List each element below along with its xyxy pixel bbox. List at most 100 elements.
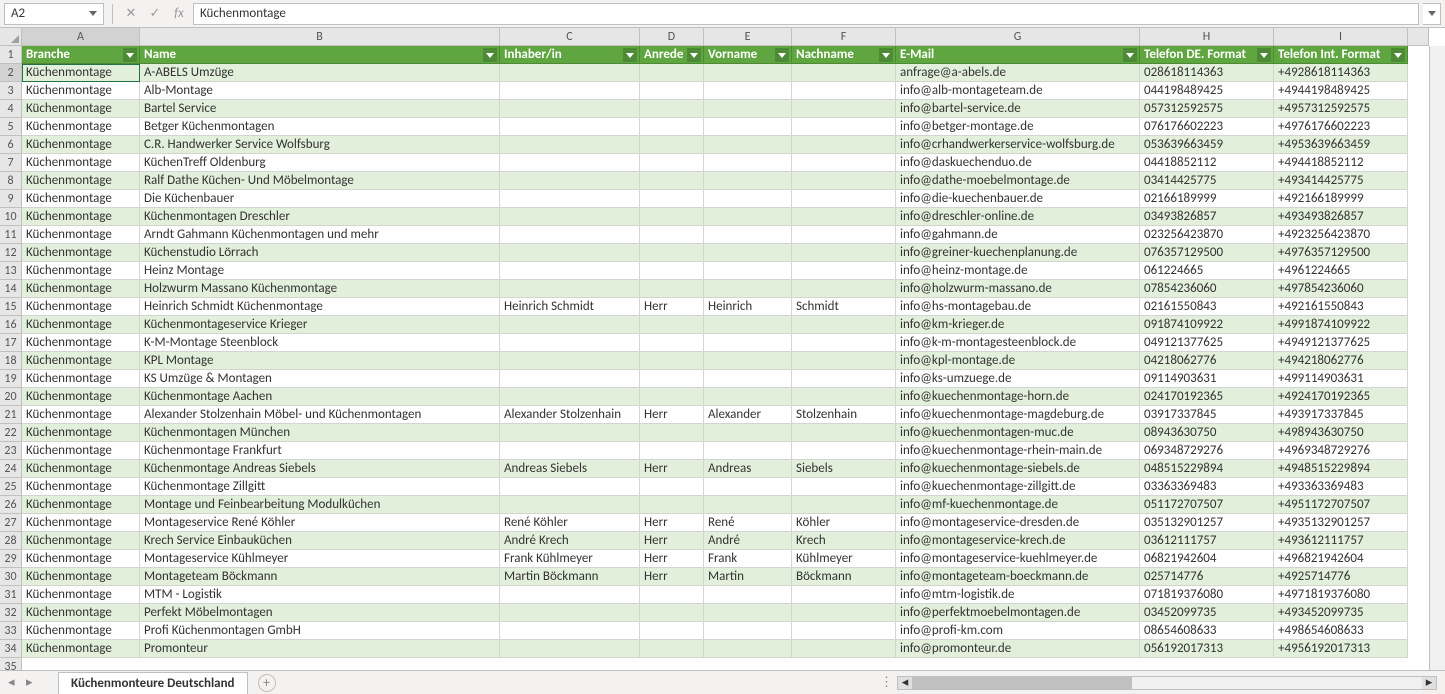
row-header[interactable]: 24	[0, 460, 21, 478]
table-header[interactable]: Anrede	[640, 46, 704, 64]
table-header[interactable]: Nachname	[792, 46, 896, 64]
cell[interactable]: Küchenmontage	[22, 496, 140, 514]
name-box[interactable]: A2	[4, 3, 104, 25]
row-header[interactable]: 11	[0, 226, 21, 244]
cell[interactable]	[792, 226, 896, 244]
cell[interactable]	[704, 280, 792, 298]
cell[interactable]: +496821942604	[1274, 550, 1408, 568]
cell[interactable]	[500, 604, 640, 622]
cell[interactable]: Küchenmontagen München	[140, 424, 500, 442]
cell[interactable]: info@montageservice-kuehlmeyer.de	[896, 550, 1140, 568]
cell[interactable]	[792, 388, 896, 406]
cell[interactable]: Alb-Montage	[140, 82, 500, 100]
col-header-C[interactable]: C	[500, 28, 640, 45]
cell[interactable]	[640, 442, 704, 460]
cell[interactable]: +4935132901257	[1274, 514, 1408, 532]
col-header-I[interactable]: I	[1274, 28, 1408, 45]
cell[interactable]: Frank Kühlmeyer	[500, 550, 640, 568]
cell[interactable]: René	[704, 514, 792, 532]
cell[interactable]: info@montageteam-boeckmann.de	[896, 568, 1140, 586]
row-header[interactable]: 16	[0, 316, 21, 334]
cell[interactable]: info@die-kuechenbauer.de	[896, 190, 1140, 208]
filter-icon[interactable]	[483, 48, 497, 62]
cell[interactable]	[640, 586, 704, 604]
col-header-D[interactable]: D	[640, 28, 704, 45]
cell[interactable]: 076357129500	[1140, 244, 1274, 262]
cell[interactable]: info@mtm-logistik.de	[896, 586, 1140, 604]
cell[interactable]	[500, 190, 640, 208]
cell[interactable]	[704, 64, 792, 82]
cell[interactable]	[640, 100, 704, 118]
cell[interactable]: Montageteam Böckmann	[140, 568, 500, 586]
cell[interactable]	[640, 388, 704, 406]
cell[interactable]: 025714776	[1140, 568, 1274, 586]
cell[interactable]: 069348729276	[1140, 442, 1274, 460]
cell[interactable]: 09114903631	[1140, 370, 1274, 388]
cell[interactable]: Profi Küchenmontagen GmbH	[140, 622, 500, 640]
cell[interactable]	[704, 370, 792, 388]
cell[interactable]: +493452099735	[1274, 604, 1408, 622]
scroll-right-icon[interactable]: ▸	[1422, 677, 1436, 689]
cell[interactable]: Köhler	[792, 514, 896, 532]
row-header[interactable]: 5	[0, 118, 21, 136]
cell[interactable]: Küchenmontage	[22, 226, 140, 244]
cell[interactable]	[704, 496, 792, 514]
cell[interactable]: Montageservice René Köhler	[140, 514, 500, 532]
cell[interactable]	[500, 352, 640, 370]
cell[interactable]: 04418852112	[1140, 154, 1274, 172]
cell[interactable]	[792, 82, 896, 100]
cell[interactable]: 02161550843	[1140, 298, 1274, 316]
cell[interactable]: +499114903631	[1274, 370, 1408, 388]
cell[interactable]: Herr	[640, 460, 704, 478]
cell[interactable]: info@bartel-service.de	[896, 100, 1140, 118]
cell[interactable]: +4969348729276	[1274, 442, 1408, 460]
col-header-A[interactable]: A	[22, 28, 140, 45]
cell[interactable]	[792, 442, 896, 460]
cell[interactable]: Herr	[640, 550, 704, 568]
row-header[interactable]: 7	[0, 154, 21, 172]
cell[interactable]: Küchenmontage	[22, 550, 140, 568]
table-header[interactable]: Telefon Int. Format	[1274, 46, 1408, 64]
cell[interactable]	[704, 424, 792, 442]
table-header[interactable]: Telefon DE. Format	[1140, 46, 1274, 64]
cell[interactable]: Heinrich Schmidt	[500, 298, 640, 316]
cell[interactable]	[704, 208, 792, 226]
cell[interactable]: Küchenmontage	[22, 298, 140, 316]
cell[interactable]	[792, 622, 896, 640]
cell[interactable]: Küchenmontage Zillgitt	[140, 478, 500, 496]
row-header[interactable]: 10	[0, 208, 21, 226]
cell[interactable]: Herr	[640, 532, 704, 550]
cell[interactable]	[500, 316, 640, 334]
cell[interactable]	[792, 370, 896, 388]
cell[interactable]: Alexander Stolzenhain	[500, 406, 640, 424]
cell[interactable]: 056192017313	[1140, 640, 1274, 658]
cell[interactable]: Montage und Feinbearbeitung Modulküchen	[140, 496, 500, 514]
cell[interactable]: Küchenmontage	[22, 244, 140, 262]
cell[interactable]	[500, 442, 640, 460]
select-all-corner[interactable]	[0, 28, 22, 46]
row-header[interactable]: 13	[0, 262, 21, 280]
cell[interactable]	[704, 262, 792, 280]
cell[interactable]: info@kuechenmontage-horn.de	[896, 388, 1140, 406]
cell[interactable]: info@profi-km.com	[896, 622, 1140, 640]
cell[interactable]: +4976176602223	[1274, 118, 1408, 136]
cell[interactable]: Kühlmeyer	[792, 550, 896, 568]
cell[interactable]: Küchenmontage	[22, 352, 140, 370]
cell[interactable]	[500, 388, 640, 406]
cell[interactable]: Küchenmontage	[22, 280, 140, 298]
cell[interactable]: +4971819376080	[1274, 586, 1408, 604]
cell[interactable]	[792, 64, 896, 82]
cell[interactable]: Promonteur	[140, 640, 500, 658]
cell[interactable]: 091874109922	[1140, 316, 1274, 334]
cell[interactable]: +4991874109922	[1274, 316, 1408, 334]
cell[interactable]: info@km-krieger.de	[896, 316, 1140, 334]
cell[interactable]: Böckmann	[792, 568, 896, 586]
row-header[interactable]: 14	[0, 280, 21, 298]
cell[interactable]: Andreas Siebels	[500, 460, 640, 478]
cell[interactable]: +4949121377625	[1274, 334, 1408, 352]
cell[interactable]: 035132901257	[1140, 514, 1274, 532]
cell[interactable]	[792, 424, 896, 442]
cell[interactable]: Küchenmontagen Dreschler	[140, 208, 500, 226]
cell[interactable]	[500, 586, 640, 604]
cell[interactable]: info@dreschler-online.de	[896, 208, 1140, 226]
